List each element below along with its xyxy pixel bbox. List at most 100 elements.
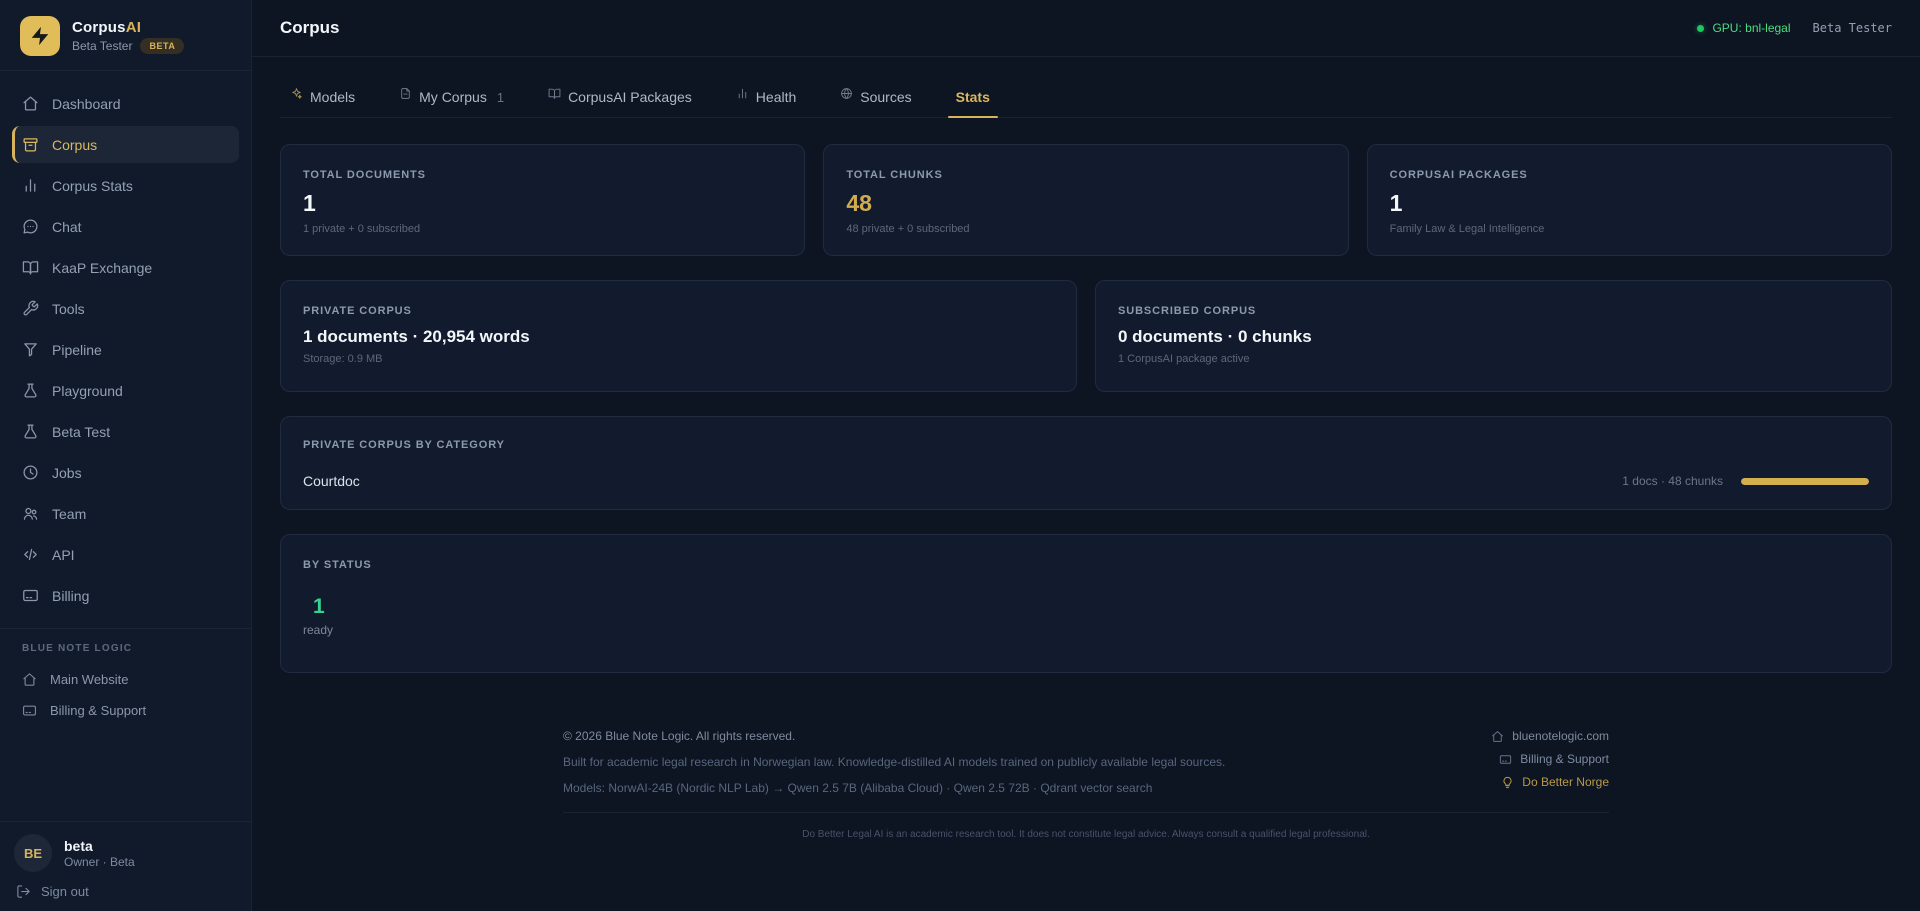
status-ready-label: ready	[303, 623, 1869, 637]
brand-subtitle: Beta Tester	[72, 39, 132, 53]
tab-label: Sources	[860, 89, 911, 105]
stat-cards-row: TOTAL DOCUMENTS 1 1 private + 0 subscrib…	[280, 144, 1892, 256]
tab-models[interactable]: Models	[288, 81, 357, 117]
tab-corpusai-packages[interactable]: CorpusAI Packages	[546, 81, 694, 117]
card-subtext: 1 CorpusAI package active	[1118, 353, 1869, 365]
sidebar-item-dashboard[interactable]: Dashboard	[12, 85, 239, 122]
card-label: TOTAL CHUNKS	[846, 169, 1325, 181]
footer-copyright: © 2026 Blue Note Logic. All rights reser…	[563, 729, 1225, 743]
org-links-section: BLUE NOTE LOGIC Main Website Billing & S…	[0, 628, 251, 736]
tab-count-badge: 1	[497, 90, 504, 105]
footer-link-billing-support[interactable]: Billing & Support	[1491, 752, 1609, 766]
funnel-icon	[22, 341, 39, 358]
credit-card-icon	[1499, 753, 1512, 766]
sidebar-item-label: Jobs	[52, 465, 82, 481]
sidebar-item-label: Beta Test	[52, 424, 110, 440]
status-card-title: BY STATUS	[303, 559, 1869, 571]
sidebar-item-label: Chat	[52, 219, 82, 235]
home-icon	[22, 672, 37, 687]
footer-disclaimer: Do Better Legal AI is an academic resear…	[563, 813, 1609, 858]
sidebar-item-label: Corpus Stats	[52, 178, 133, 194]
sign-out-button[interactable]: Sign out	[14, 872, 237, 901]
tab-my-corpus[interactable]: My Corpus 1	[397, 81, 506, 117]
tab-stats[interactable]: Stats	[954, 81, 992, 117]
status-dot-icon	[1697, 25, 1704, 32]
book-open-icon	[22, 259, 39, 276]
category-bar-fill	[1741, 478, 1869, 485]
card-label: TOTAL DOCUMENTS	[303, 169, 782, 181]
total-chunks-card: TOTAL CHUNKS 48 48 private + 0 subscribe…	[823, 144, 1348, 256]
subscribed-corpus-value: 0 documents · 0 chunks	[1118, 327, 1869, 347]
card-subtext: Storage: 0.9 MB	[303, 353, 1054, 365]
log-out-icon	[16, 884, 31, 899]
tab-health[interactable]: Health	[734, 81, 798, 117]
total-chunks-value: 48	[846, 190, 1325, 217]
sidebar-item-label: Corpus	[52, 137, 97, 153]
globe-icon	[840, 87, 853, 100]
corpus-cards-row: PRIVATE CORPUS 1 documents · 20,954 word…	[280, 280, 1892, 392]
sidebar-item-label: Team	[52, 506, 86, 522]
sidebar-item-label: Playground	[52, 383, 123, 399]
card-label: SUBSCRIBED CORPUS	[1118, 305, 1869, 317]
status-card: BY STATUS 1 ready	[280, 534, 1892, 673]
gpu-status-label: GPU: bnl-legal	[1712, 21, 1790, 35]
sidebar-item-beta-test[interactable]: Beta Test	[12, 413, 239, 450]
sparkles-icon	[290, 87, 303, 100]
sidebar-link-main-website[interactable]: Main Website	[12, 664, 239, 695]
card-label: PRIVATE CORPUS	[303, 305, 1054, 317]
corpusai-packages-card: CORPUSAI PACKAGES 1 Family Law & Legal I…	[1367, 144, 1892, 256]
credit-card-icon	[22, 703, 37, 718]
sidebar-item-playground[interactable]: Playground	[12, 372, 239, 409]
sidebar-item-api[interactable]: API	[12, 536, 239, 573]
bar-chart-icon	[22, 177, 39, 194]
card-subtext: Family Law & Legal Intelligence	[1390, 223, 1869, 235]
tab-label: CorpusAI Packages	[568, 89, 692, 105]
org-section-label: BLUE NOTE LOGIC	[12, 643, 239, 664]
sidebar-item-pipeline[interactable]: Pipeline	[12, 331, 239, 368]
home-icon	[1491, 730, 1504, 743]
user-profile[interactable]: BE beta Owner · Beta	[14, 834, 237, 872]
sidebar-item-kaap-exchange[interactable]: KaaP Exchange	[12, 249, 239, 286]
sidebar-link-label: Billing & Support	[50, 703, 146, 718]
file-icon	[399, 87, 412, 100]
footer-models: Models: NorwAI-24B (Nordic NLP Lab) → Qw…	[563, 781, 1225, 795]
category-card-title: PRIVATE CORPUS BY CATEGORY	[303, 439, 1869, 451]
beta-badge: BETA	[140, 38, 184, 54]
sidebar-item-tools[interactable]: Tools	[12, 290, 239, 327]
tab-label: Health	[756, 89, 796, 105]
sidebar-item-billing[interactable]: Billing	[12, 577, 239, 614]
brand-name-accent: AI	[126, 19, 141, 36]
sidebar-link-billing-support[interactable]: Billing & Support	[12, 695, 239, 726]
sidebar-item-corpus-stats[interactable]: Corpus Stats	[12, 167, 239, 204]
private-corpus-value: 1 documents · 20,954 words	[303, 327, 1054, 347]
card-subtext: 48 private + 0 subscribed	[846, 223, 1325, 235]
tab-label: My Corpus	[419, 89, 487, 105]
tab-label: Stats	[956, 89, 990, 105]
tab-sources[interactable]: Sources	[838, 81, 913, 117]
sidebar-item-label: Tools	[52, 301, 85, 317]
sidebar-item-team[interactable]: Team	[12, 495, 239, 532]
footer-link-label: Billing & Support	[1520, 752, 1609, 766]
avatar: BE	[14, 834, 52, 872]
home-icon	[22, 95, 39, 112]
sidebar-item-jobs[interactable]: Jobs	[12, 454, 239, 491]
category-meta: 1 docs · 48 chunks	[1622, 474, 1723, 488]
footer-link-do-better-norge[interactable]: Do Better Norge	[1491, 775, 1609, 789]
private-corpus-card: PRIVATE CORPUS 1 documents · 20,954 word…	[280, 280, 1077, 392]
corpusai-packages-value: 1	[1390, 190, 1869, 217]
lightbulb-icon	[1501, 776, 1514, 789]
lightning-icon	[20, 16, 60, 56]
page-title: Corpus	[280, 18, 340, 38]
footer-link-website[interactable]: bluenotelogic.com	[1491, 729, 1609, 743]
footer-description: Built for academic legal research in Nor…	[563, 755, 1225, 769]
footer: © 2026 Blue Note Logic. All rights reser…	[563, 729, 1609, 858]
wrench-icon	[22, 300, 39, 317]
sidebar-item-corpus[interactable]: Corpus	[12, 126, 239, 163]
total-documents-card: TOTAL DOCUMENTS 1 1 private + 0 subscrib…	[280, 144, 805, 256]
brand-block[interactable]: CorpusAI Beta Tester BETA	[0, 0, 251, 71]
sidebar-item-label: Billing	[52, 588, 89, 604]
sidebar-item-chat[interactable]: Chat	[12, 208, 239, 245]
bar-chart-icon	[736, 87, 749, 100]
header-user-label: Beta Tester	[1813, 21, 1892, 35]
book-open-icon	[548, 87, 561, 100]
